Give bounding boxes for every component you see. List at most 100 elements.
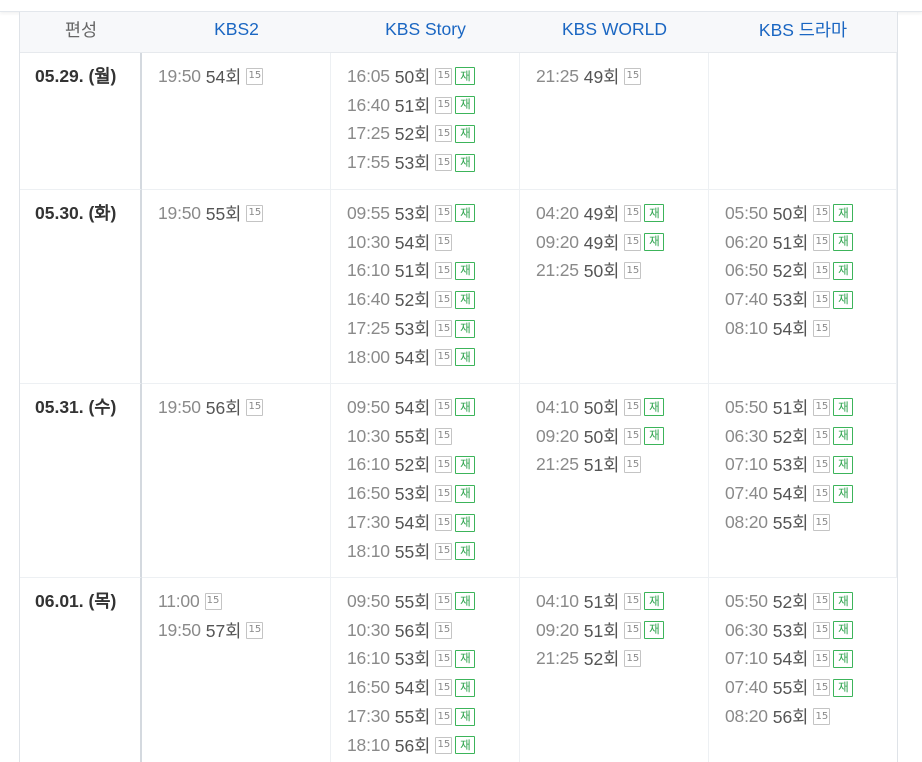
- episode-number-link[interactable]: 51회: [773, 230, 809, 255]
- age-15-rating-badge: 15: [624, 398, 642, 416]
- age-15-rating-badge: 15: [813, 262, 831, 280]
- air-time: 09:50: [347, 396, 390, 417]
- air-time: 09:55: [347, 202, 390, 223]
- rerun-badge: 재: [455, 455, 476, 474]
- episode-number-link[interactable]: 57회: [206, 618, 242, 643]
- air-time: 08:20: [725, 706, 768, 727]
- air-time: 09:50: [347, 590, 390, 611]
- episode-entry: 16:10 52회 15 재: [347, 451, 519, 480]
- episode-number-link[interactable]: 56회: [395, 733, 431, 758]
- rerun-badge: 재: [455, 736, 476, 755]
- age-15-rating-badge: 15: [435, 679, 453, 697]
- episode-number-link[interactable]: 55회: [395, 589, 431, 614]
- schedule-cell-kbs2: 19:50 56회 15: [142, 384, 331, 578]
- episode-number-link[interactable]: 52회: [395, 287, 431, 312]
- episode-number-link[interactable]: 53회: [773, 287, 809, 312]
- episode-number-link[interactable]: 55회: [773, 675, 809, 700]
- episode-number-link[interactable]: 49회: [584, 64, 620, 89]
- broadcast-schedule-table: 편성 KBS2 KBS Story KBS WORLD KBS 드라마 05.2…: [20, 12, 897, 762]
- air-time: 17:25: [347, 318, 390, 339]
- episode-number-link[interactable]: 52회: [395, 452, 431, 477]
- age-15-rating-badge: 15: [624, 592, 642, 610]
- age-15-rating-badge: 15: [435, 262, 453, 280]
- episode-number-link[interactable]: 53회: [395, 316, 431, 341]
- age-15-rating-badge: 15: [204, 592, 222, 610]
- episode-number-link[interactable]: 55회: [395, 539, 431, 564]
- episode-number-link[interactable]: 52회: [395, 121, 431, 146]
- episode-number-link[interactable]: 51회: [584, 618, 620, 643]
- channel-header-kbs2[interactable]: KBS2: [142, 12, 331, 53]
- episode-number-link[interactable]: 55회: [773, 510, 809, 535]
- episode-number-link[interactable]: 52회: [584, 646, 620, 671]
- channel-header-kbs-world[interactable]: KBS WORLD: [520, 12, 709, 53]
- episode-entry: 07:40 53회 15 재: [725, 285, 896, 314]
- episode-number-link[interactable]: 55회: [206, 201, 242, 226]
- episode-number-link[interactable]: 54회: [773, 646, 809, 671]
- age-15-rating-badge: 15: [435, 67, 453, 85]
- episode-number-link[interactable]: 50회: [773, 201, 809, 226]
- episode-number-link[interactable]: 53회: [395, 646, 431, 671]
- episode-number-link[interactable]: 50회: [584, 424, 620, 449]
- episode-entry: 06:20 51회 15 재: [725, 228, 896, 257]
- episode-number-link[interactable]: 52회: [773, 589, 809, 614]
- episode-entry: 09:20 50회 15 재: [536, 422, 708, 451]
- episode-number-link[interactable]: 55회: [395, 424, 431, 449]
- episode-number-link[interactable]: 53회: [395, 481, 431, 506]
- episode-number-link[interactable]: 50회: [584, 258, 620, 283]
- episode-number-link[interactable]: 52회: [773, 424, 809, 449]
- age-15-rating-badge: 15: [813, 204, 831, 222]
- episode-number-link[interactable]: 54회: [395, 510, 431, 535]
- schedule-cell-kbs2: 19:50 55회 15: [142, 190, 331, 384]
- broadcast-date: 05.30. (화): [35, 203, 117, 223]
- episode-entry: 19:50 56회 15: [158, 393, 330, 422]
- rerun-badge: 재: [455, 204, 476, 223]
- date-cell: 05.29. (월): [20, 53, 142, 190]
- episode-number-link[interactable]: 51회: [395, 93, 431, 118]
- episode-number-link[interactable]: 51회: [584, 452, 620, 477]
- episode-number-link[interactable]: 49회: [584, 230, 620, 255]
- episode-entry: 16:50 53회 15 재: [347, 479, 519, 508]
- channel-header-kbs-story[interactable]: KBS Story: [331, 12, 520, 53]
- air-time: 19:50: [158, 619, 201, 640]
- air-time: 21:25: [536, 260, 579, 281]
- age-15-rating-badge: 15: [813, 291, 831, 309]
- episode-entry: 09:50 55회 15 재: [347, 587, 519, 616]
- episode-number-link[interactable]: 54회: [395, 395, 431, 420]
- rerun-badge: 재: [455, 513, 476, 532]
- episode-number-link[interactable]: 54회: [773, 316, 809, 341]
- episode-number-link[interactable]: 51회: [584, 589, 620, 614]
- air-time: 04:10: [536, 396, 579, 417]
- episode-entry: 06:50 52회 15 재: [725, 257, 896, 286]
- episode-number-link[interactable]: 54회: [206, 64, 242, 89]
- rerun-badge: 재: [833, 649, 854, 668]
- air-time: 17:30: [347, 706, 390, 727]
- schedule-cell-kbs2: 19:50 54회 15: [142, 53, 331, 190]
- age-15-rating-badge: 15: [435, 204, 453, 222]
- episode-number-link[interactable]: 54회: [395, 345, 431, 370]
- episode-number-link[interactable]: 50회: [395, 64, 431, 89]
- episode-entry: 06:30 53회 15 재: [725, 616, 897, 645]
- episode-number-link[interactable]: 53회: [395, 201, 431, 226]
- episode-number-link[interactable]: 50회: [584, 395, 620, 420]
- episode-number-link[interactable]: 53회: [395, 150, 431, 175]
- episode-number-link[interactable]: 55회: [395, 704, 431, 729]
- rerun-badge: 재: [833, 290, 854, 309]
- episode-number-link[interactable]: 52회: [773, 258, 809, 283]
- episode-number-link[interactable]: 56회: [206, 395, 242, 420]
- episode-number-link[interactable]: 56회: [395, 618, 431, 643]
- episode-number-link[interactable]: 51회: [773, 395, 809, 420]
- channel-header-kbs-drama[interactable]: KBS 드라마: [709, 12, 897, 53]
- air-time: 16:10: [347, 454, 390, 475]
- episode-number-link[interactable]: 54회: [773, 481, 809, 506]
- air-time: 16:40: [347, 94, 390, 115]
- rerun-badge: 재: [644, 204, 665, 223]
- age-15-rating-badge: 15: [624, 456, 642, 474]
- episode-number-link[interactable]: 53회: [773, 452, 809, 477]
- episode-number-link[interactable]: 54회: [395, 230, 431, 255]
- episode-number-link[interactable]: 56회: [773, 704, 809, 729]
- rerun-badge: 재: [455, 348, 476, 367]
- episode-number-link[interactable]: 53회: [773, 618, 809, 643]
- episode-number-link[interactable]: 49회: [584, 201, 620, 226]
- episode-number-link[interactable]: 51회: [395, 258, 431, 283]
- episode-number-link[interactable]: 54회: [395, 675, 431, 700]
